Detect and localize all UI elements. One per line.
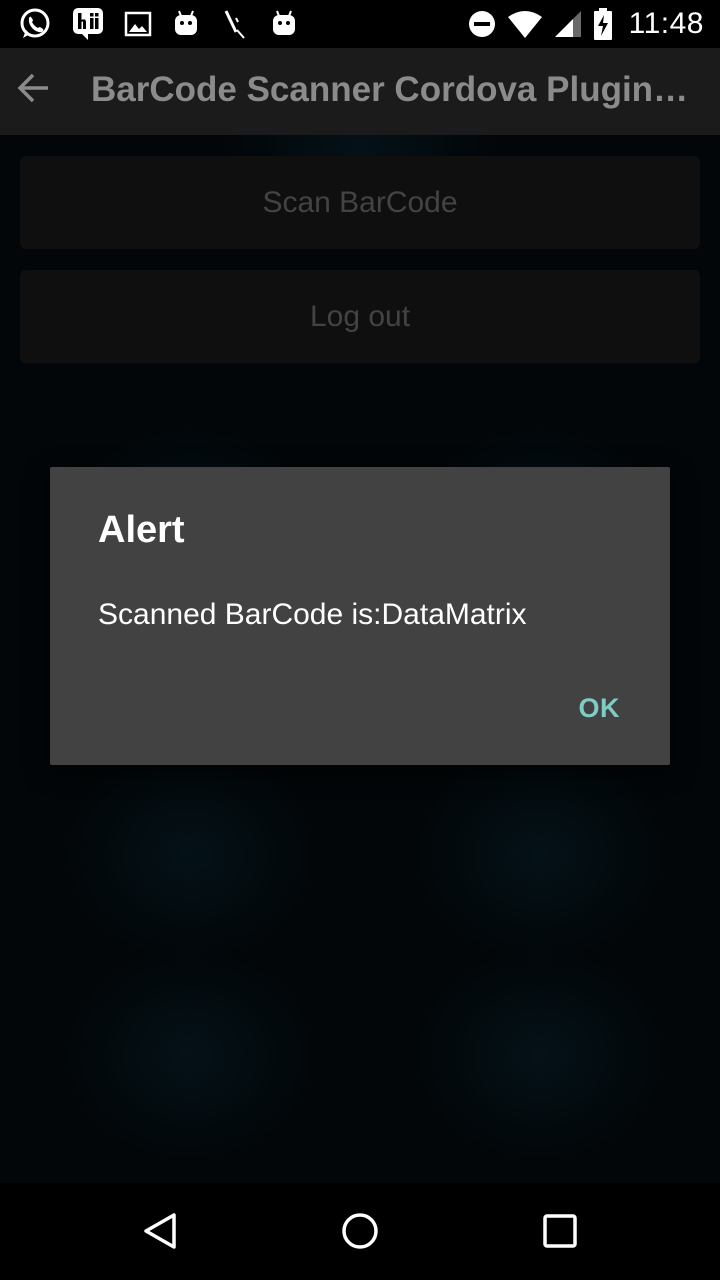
alert-dialog: Alert Scanned BarCode is:DataMatrix OK [50,467,670,765]
notification-icons [18,6,298,42]
cell-signal-icon [553,9,583,39]
recents-square-icon [540,1211,580,1255]
ok-button[interactable]: OK [579,693,621,724]
navigation-bar [0,1183,720,1280]
whatsapp-icon [18,7,52,41]
hike-icon [72,7,104,41]
page-title: BarCode Scanner Cordova Plugin Demo [91,70,691,109]
wifi-icon [507,9,543,39]
do-not-disturb-icon [467,9,497,39]
app-bar: BarCode Scanner Cordova Plugin Demo [0,48,720,135]
gallery-icon [124,10,152,38]
system-icons: 11:48 [467,6,704,42]
nav-recents-button[interactable] [532,1205,588,1261]
back-button[interactable] [6,62,62,118]
home-circle-icon [340,1211,380,1255]
pen-icon [220,8,250,40]
clock: 11:48 [628,7,704,40]
dialog-title: Alert [98,509,185,551]
back-triangle-icon [140,1211,180,1255]
screen: 11:48 BarCode Scanner Cordova Plugin Dem… [0,0,720,1280]
nav-back-button[interactable] [132,1205,188,1261]
dialog-message: Scanned BarCode is:DataMatrix [98,598,527,631]
battery-charging-icon [593,7,613,41]
nav-home-button[interactable] [332,1205,388,1261]
status-bar: 11:48 [0,0,720,48]
android-debug-icon [172,9,200,39]
arrow-left-icon [16,70,52,110]
android-debug-icon [270,9,298,39]
